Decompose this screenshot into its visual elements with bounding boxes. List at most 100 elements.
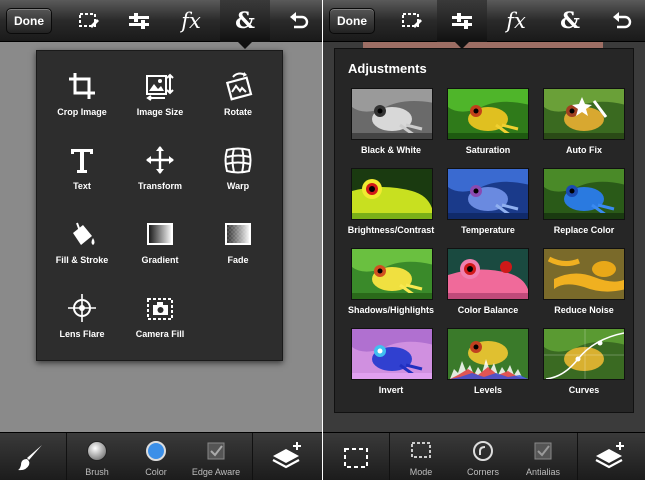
tool-lens-flare[interactable]: Lens Flare	[41, 279, 123, 352]
sliders-icon	[129, 13, 149, 29]
fade-icon	[225, 223, 251, 245]
adjustment-thumb-temperature[interactable]	[447, 168, 529, 220]
mode-icon	[411, 442, 431, 458]
adjustment-label: Saturation	[465, 145, 511, 155]
brush-icon	[18, 445, 42, 471]
tool-label: Fill & Stroke	[55, 255, 109, 265]
adjustments-tool-button[interactable]	[437, 0, 487, 49]
tool-label: Rotate	[223, 107, 252, 117]
effects-tool-button[interactable]: fx	[166, 0, 216, 42]
divider	[577, 433, 578, 480]
layers-add-icon	[272, 442, 301, 469]
adjustment-thumb-brightness-contrast[interactable]	[351, 168, 433, 220]
image-size-icon	[146, 73, 174, 101]
adjustment-thumb-curves[interactable]	[543, 328, 625, 380]
layers-add-icon	[595, 442, 624, 469]
undo-button[interactable]	[274, 0, 322, 42]
edge-aware-toggle[interactable]: Edge Aware	[184, 433, 248, 480]
tool-rotate[interactable]: Rotate	[197, 57, 279, 130]
adjustment-thumb-invert[interactable]	[351, 328, 433, 380]
bottom-toolbar: Mode Corners Antialias	[323, 432, 645, 480]
adjustment-thumb-levels[interactable]	[447, 328, 529, 380]
antialias-icon	[534, 442, 552, 460]
brush-tool-button[interactable]	[0, 433, 62, 480]
adjustment-thumb-saturation[interactable]	[447, 88, 529, 140]
tool-label: Gradient	[141, 255, 179, 265]
right-screen: Done fx & Adjustments Black & White Satu…	[323, 0, 645, 480]
extras-menu-popup: Crop Image Image Size Rotate Text Transf…	[36, 50, 283, 361]
done-button[interactable]: Done	[329, 8, 375, 34]
adjustment-thumb-replace-color[interactable]	[543, 168, 625, 220]
bottom-toolbar: Brush Color Edge Aware	[0, 432, 322, 480]
tool-label: Warp	[226, 181, 250, 191]
adjustment-label: Black & White	[360, 145, 421, 155]
adjustment-thumb-black-white[interactable]	[351, 88, 433, 140]
tool-warp[interactable]: Warp	[197, 131, 279, 204]
divider	[389, 433, 390, 480]
corners-label: Corners	[466, 467, 499, 477]
extras-tool-button[interactable]: &	[220, 0, 270, 49]
adjustment-label: Replace Color	[553, 225, 615, 235]
marquee-icon	[344, 448, 368, 468]
sliders-icon	[452, 13, 472, 29]
lens-flare-icon	[68, 294, 96, 322]
undo-button[interactable]	[597, 0, 645, 42]
effects-tool-button[interactable]: fx	[491, 0, 541, 42]
adjustment-label: Brightness/Contrast	[347, 225, 435, 235]
tool-text[interactable]: Text	[41, 131, 123, 204]
camera-fill-icon	[147, 298, 173, 320]
tool-transform[interactable]: Transform	[119, 131, 201, 204]
antialias-toggle[interactable]: Antialias	[513, 433, 573, 480]
layers-button[interactable]	[579, 433, 645, 480]
adjustment-label: Shadows/Highlights	[347, 305, 434, 315]
adjustment-thumb-auto-fix[interactable]	[543, 88, 625, 140]
crop-icon	[69, 73, 95, 99]
tool-camera-fill[interactable]: Camera Fill	[119, 279, 201, 352]
selection-tool-button[interactable]	[387, 0, 437, 42]
tool-image-size[interactable]: Image Size	[119, 57, 201, 130]
adjustment-thumb-color-balance[interactable]	[447, 248, 529, 300]
selection-icon	[79, 13, 99, 28]
text-icon	[71, 149, 93, 173]
divider	[252, 433, 253, 480]
extras-tool-button[interactable]: &	[545, 0, 595, 42]
tool-label: Crop Image	[57, 107, 107, 117]
edge-aware-icon	[207, 442, 225, 460]
tool-label: Fade	[227, 255, 249, 265]
selection-marquee-button[interactable]	[323, 433, 387, 480]
adjustment-label: Invert	[378, 385, 404, 395]
adjustment-label: Reduce Noise	[554, 305, 614, 315]
tool-fill-stroke[interactable]: Fill & Stroke	[41, 205, 123, 278]
adjustment-thumb-shadows-highlights[interactable]	[351, 248, 433, 300]
layers-button[interactable]	[256, 433, 322, 480]
corners-icon	[473, 441, 493, 461]
fill-stroke-icon	[73, 222, 95, 245]
top-toolbar: Done fx &	[0, 0, 322, 49]
done-button[interactable]: Done	[6, 8, 52, 34]
selection-icon	[402, 13, 422, 28]
adjustments-tool-button[interactable]	[114, 0, 164, 42]
adjustment-label: Curves	[568, 385, 600, 395]
undo-icon	[613, 12, 632, 29]
tool-gradient[interactable]: Gradient	[119, 205, 201, 278]
mode-button[interactable]: Mode	[393, 433, 449, 480]
color-label: Color	[145, 467, 167, 477]
selection-tool-button[interactable]	[64, 0, 114, 42]
mode-label: Mode	[409, 467, 433, 477]
top-toolbar: Done fx &	[323, 0, 645, 49]
corners-button[interactable]: Corners	[453, 433, 513, 480]
gradient-icon	[147, 223, 173, 245]
transform-icon	[146, 146, 174, 174]
antialias-label: Antialias	[525, 467, 561, 477]
tool-label: Text	[73, 181, 91, 191]
color-button[interactable]: Color	[128, 433, 184, 480]
tool-fade[interactable]: Fade	[197, 205, 279, 278]
warp-icon	[224, 147, 252, 174]
undo-icon	[290, 12, 309, 29]
tool-crop-image[interactable]: Crop Image	[41, 57, 123, 130]
brush-settings-button[interactable]: Brush	[68, 433, 126, 480]
adjustment-thumb-reduce-noise[interactable]	[543, 248, 625, 300]
adjustment-label: Auto Fix	[566, 145, 602, 155]
rotate-icon	[225, 72, 253, 101]
color-swatch-icon	[146, 441, 166, 461]
